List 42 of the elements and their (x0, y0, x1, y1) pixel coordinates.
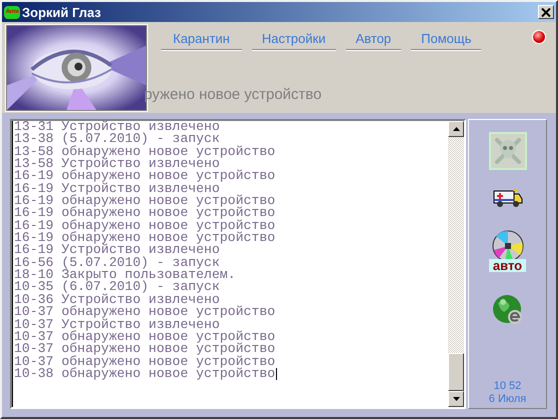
log-line: 10-37 обнаружено новое устройство (14, 356, 276, 368)
scroll-down-button[interactable] (448, 391, 464, 407)
window-title: Зоркий Глаз (22, 4, 102, 20)
log-line: 16-19 Устройство извлечено (14, 244, 220, 257)
log-line: 16-19 обнаружено новое устройство (14, 220, 276, 232)
menu-link[interactable]: Настройки (252, 31, 336, 50)
log-line: 10-36 Устройство извлечено (14, 294, 220, 306)
log-area[interactable] (10, 119, 466, 409)
log-line: 16-19 обнаружено новое устройство (14, 232, 276, 244)
close-button[interactable] (538, 5, 554, 19)
tool-button[interactable]: авто (484, 226, 530, 276)
skull-icon (492, 136, 522, 166)
log-line: 13-58 обнаружено новое устройство (14, 146, 276, 158)
log-line: 10-38 обнаружено новое устройство (14, 368, 278, 380)
log-line: 16-56 (5.07.2010) - запуск (14, 256, 221, 270)
status-light-icon (532, 30, 546, 44)
menu-link[interactable]: Помощь (411, 31, 482, 50)
clock-date: 6 Июля (488, 393, 526, 406)
menu-link[interactable]: Карантин (161, 31, 242, 50)
up-arrow-icon (452, 127, 460, 131)
clock-time: 10 52 (494, 380, 522, 393)
log-line: 13-58 Устройство извлечено (14, 158, 220, 170)
log-line: 16-19 Устройство извлечено (14, 182, 220, 196)
close-icon (541, 8, 551, 16)
log-line: 16-19 обнаружено новое устройство (14, 195, 276, 208)
scrollbar[interactable] (448, 121, 464, 407)
log-line: 16-19 обнаружено новое устройство (14, 170, 276, 183)
log-line: 13-31 Устройство извлечено (14, 121, 221, 134)
down-arrow-icon (452, 397, 460, 401)
log-line: 10-35 (6.07.2010) - запуск (14, 281, 221, 294)
log-line: 16-19 обнаружено новое устройство (14, 207, 276, 220)
menu-link[interactable]: Автор (346, 31, 402, 50)
log-line: 10-37 обнаружено новое устройство (14, 343, 276, 356)
ambulance-icon (492, 188, 522, 208)
log-line: 13-38 (5.07.2010) - запуск (14, 133, 220, 146)
log-line: 10-37 Устройство извлечено (14, 318, 220, 331)
log-line: 10-37 обнаружено новое устройство (14, 306, 276, 318)
scroll-thumb[interactable] (448, 353, 464, 391)
scroll-up-button[interactable] (448, 121, 464, 137)
globe-icon (492, 294, 524, 326)
log-line: 10-37 обнаружено новое устройство (14, 330, 276, 344)
log-line: 18-10 Закрыто пользователем. (14, 269, 237, 282)
